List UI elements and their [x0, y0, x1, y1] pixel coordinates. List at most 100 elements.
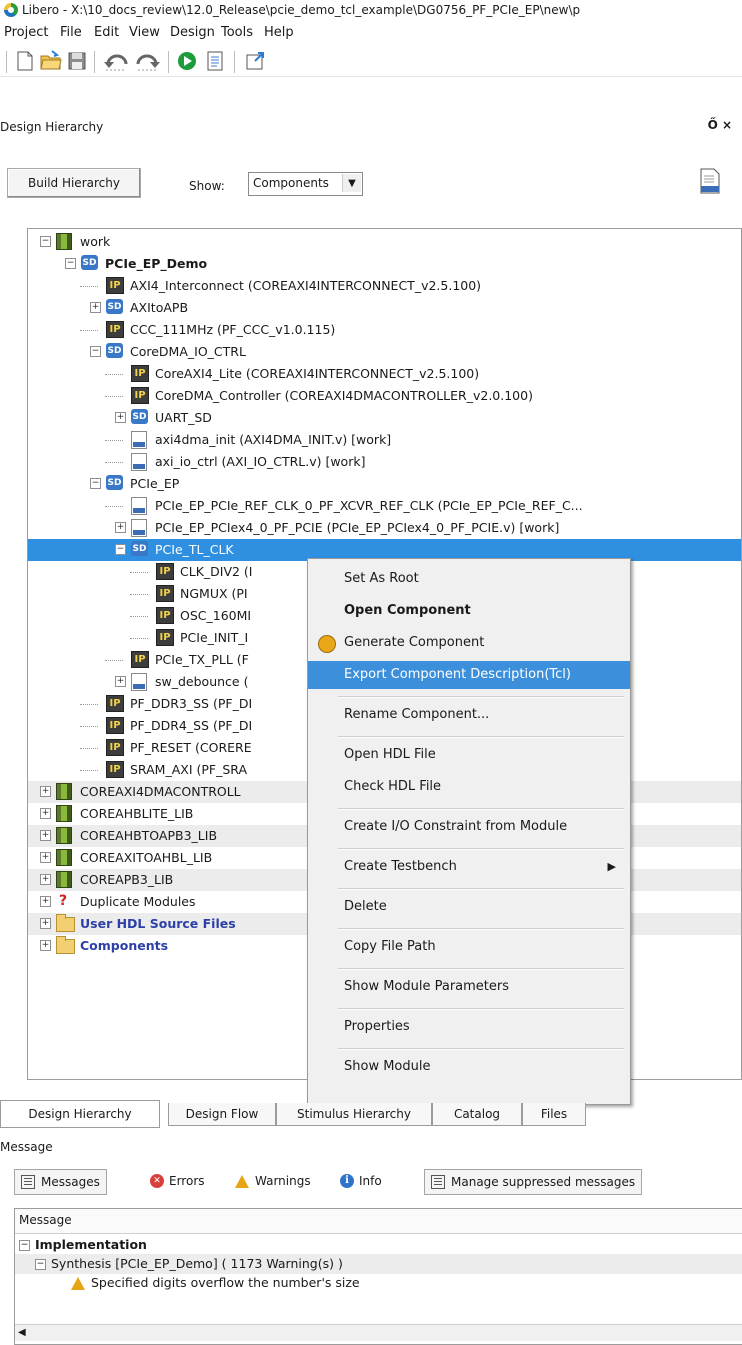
tab-catalog[interactable]: Catalog — [432, 1103, 522, 1126]
expand-icon[interactable]: + — [40, 852, 51, 863]
show-label: Show: — [189, 179, 225, 193]
collapse-icon[interactable]: − — [19, 1240, 30, 1251]
report-icon[interactable] — [204, 50, 226, 72]
collapse-icon[interactable]: − — [90, 346, 101, 357]
tree-row[interactable]: − SD PCIe_EP — [28, 473, 741, 495]
open-folder-icon[interactable] — [40, 50, 62, 72]
scroll-left-icon[interactable]: ◀ — [18, 1327, 26, 1338]
expand-icon[interactable]: + — [40, 940, 51, 951]
menu-item-set-as-root[interactable]: Set As Root — [308, 565, 630, 593]
menu-item-label: Show Module — [344, 1059, 431, 1074]
tree-row[interactable]: − SD PCIe_EP_Demo — [28, 253, 741, 275]
menu-item-check-hdl-file[interactable]: Check HDL File — [308, 773, 630, 801]
message-row[interactable]: − Synthesis [PCIe_EP_Demo] ( 1173 Warnin… — [15, 1254, 742, 1274]
expand-icon[interactable]: + — [115, 676, 126, 687]
menu-help[interactable]: Help — [264, 25, 294, 40]
run-icon[interactable] — [176, 50, 198, 72]
menu-item-delete[interactable]: Delete — [308, 893, 630, 921]
menu-item-rename-component[interactable]: Rename Component... — [308, 701, 630, 729]
menu-item-properties[interactable]: Properties — [308, 1013, 630, 1041]
info-button-label: Info — [359, 1174, 382, 1188]
tree-connector — [105, 396, 123, 397]
menu-edit[interactable]: Edit — [94, 25, 119, 40]
menu-item-open-component[interactable]: Open Component — [308, 597, 630, 625]
expand-icon[interactable]: + — [40, 808, 51, 819]
panel-float-close-controls[interactable]: Ő × — [708, 118, 732, 132]
smartdesign-icon: SD — [131, 541, 149, 558]
menu-file[interactable]: File — [60, 25, 82, 40]
menu-item-show-module-parameters[interactable]: Show Module Parameters — [308, 973, 630, 1001]
messages-button[interactable]: Messages — [14, 1169, 107, 1195]
message-column-header[interactable]: Message — [15, 1209, 742, 1234]
message-row[interactable]: − Implementation — [15, 1235, 742, 1255]
errors-button[interactable]: ✕ Errors — [150, 1169, 205, 1193]
tree-row[interactable]: axi_io_ctrl (AXI_IO_CTRL.v) [work] — [28, 451, 741, 473]
tree-row[interactable]: + SD UART_SD — [28, 407, 741, 429]
menu-separator — [338, 968, 624, 970]
save-icon[interactable] — [66, 50, 88, 72]
tree-item-label: User HDL Source Files — [80, 916, 236, 931]
collapse-icon[interactable]: − — [35, 1259, 46, 1270]
chevron-down-icon[interactable]: ▼ — [342, 174, 361, 192]
collapse-icon[interactable]: − — [65, 258, 76, 269]
tree-row[interactable]: IP CCC_111MHz (PF_CCC_v1.0.115) — [28, 319, 741, 341]
manage-suppressed-button[interactable]: Manage suppressed messages — [424, 1169, 643, 1195]
info-button[interactable]: i Info — [340, 1169, 382, 1193]
tab-design-flow[interactable]: Design Flow — [168, 1103, 276, 1126]
tree-item-label: work — [80, 234, 111, 249]
list-icon — [21, 1175, 35, 1189]
expand-icon[interactable]: + — [40, 830, 51, 841]
menu-item-create-testbench[interactable]: Create Testbench ▶ — [308, 853, 630, 881]
tree-item-label: COREAHBLITE_LIB — [80, 806, 194, 821]
tree-row[interactable]: IP CoreAXI4_Lite (COREAXI4INTERCONNECT_v2… — [28, 363, 741, 385]
expand-icon[interactable]: + — [115, 522, 126, 533]
menu-item-create-i-o-constraint-from-module[interactable]: Create I/O Constraint from Module — [308, 813, 630, 841]
expand-icon[interactable]: + — [40, 918, 51, 929]
menu-design[interactable]: Design — [170, 25, 215, 40]
export-report-icon[interactable] — [698, 168, 722, 194]
toolbar-grip — [6, 51, 10, 73]
horizontal-scrollbar[interactable]: ◀ — [15, 1324, 742, 1341]
ip-core-icon: IP — [106, 739, 124, 756]
expand-icon[interactable]: + — [40, 786, 51, 797]
menu-item-show-module[interactable]: Show Module — [308, 1053, 630, 1081]
expand-icon[interactable]: + — [115, 412, 126, 423]
tree-row[interactable]: − SD CoreDMA_IO_CTRL — [28, 341, 741, 363]
tree-row[interactable]: − work — [28, 231, 741, 253]
menu-item-copy-file-path[interactable]: Copy File Path — [308, 933, 630, 961]
tree-row[interactable]: IP CoreDMA_Controller (COREAXI4DMACONTROL… — [28, 385, 741, 407]
tree-row[interactable]: PCIe_EP_PCIe_REF_CLK_0_PF_XCVR_REF_CLK (… — [28, 495, 741, 517]
collapse-icon[interactable]: − — [115, 544, 126, 555]
message-row[interactable]: Specified digits overflow the number's s… — [15, 1273, 742, 1293]
menu-tools[interactable]: Tools — [221, 25, 253, 40]
message-list[interactable]: Message − Implementation − Synthesis [PC… — [14, 1208, 742, 1345]
context-menu[interactable]: Set As Root Open Component Generate Compon… — [307, 558, 631, 1105]
tree-row[interactable]: + SD AXItoAPB — [28, 297, 741, 319]
warnings-button[interactable]: Warnings — [235, 1169, 311, 1193]
toolbar-separator — [168, 51, 172, 73]
expand-icon[interactable]: + — [40, 896, 51, 907]
menu-item-export-component-description-tcl[interactable]: Export Component Description(Tcl) — [308, 661, 630, 689]
show-dropdown[interactable]: Components ▼ — [248, 172, 363, 196]
tree-row[interactable]: IP AXI4_Interconnect (COREAXI4INTERCONNEC… — [28, 275, 741, 297]
menu-view[interactable]: View — [129, 25, 160, 40]
menu-project[interactable]: Project — [4, 25, 48, 40]
expand-icon[interactable]: + — [90, 302, 101, 313]
tree-item-label: AXI4_Interconnect (COREAXI4INTERCONNECT_… — [130, 278, 482, 293]
collapse-icon[interactable]: − — [40, 236, 51, 247]
collapse-icon[interactable]: − — [90, 478, 101, 489]
tab-files[interactable]: Files — [522, 1103, 586, 1126]
menu-item-generate-component[interactable]: Generate Component — [308, 629, 630, 657]
redo-icon[interactable] — [134, 50, 162, 72]
menu-item-open-hdl-file[interactable]: Open HDL File — [308, 741, 630, 769]
tab-design-hierarchy[interactable]: Design Hierarchy — [0, 1100, 160, 1128]
expand-icon[interactable]: + — [40, 874, 51, 885]
new-file-icon[interactable] — [14, 50, 36, 72]
maximize-icon[interactable] — [244, 50, 266, 72]
tab-stimulus-hierarchy[interactable]: Stimulus Hierarchy — [276, 1103, 432, 1126]
undo-icon[interactable] — [102, 50, 130, 72]
hdl-file-icon — [131, 453, 149, 471]
build-hierarchy-button[interactable]: Build Hierarchy — [7, 168, 141, 198]
tree-row[interactable]: + PCIe_EP_PCIex4_0_PF_PCIE (PCIe_EP_PCIex… — [28, 517, 741, 539]
tree-row[interactable]: axi4dma_init (AXI4DMA_INIT.v) [work] — [28, 429, 741, 451]
